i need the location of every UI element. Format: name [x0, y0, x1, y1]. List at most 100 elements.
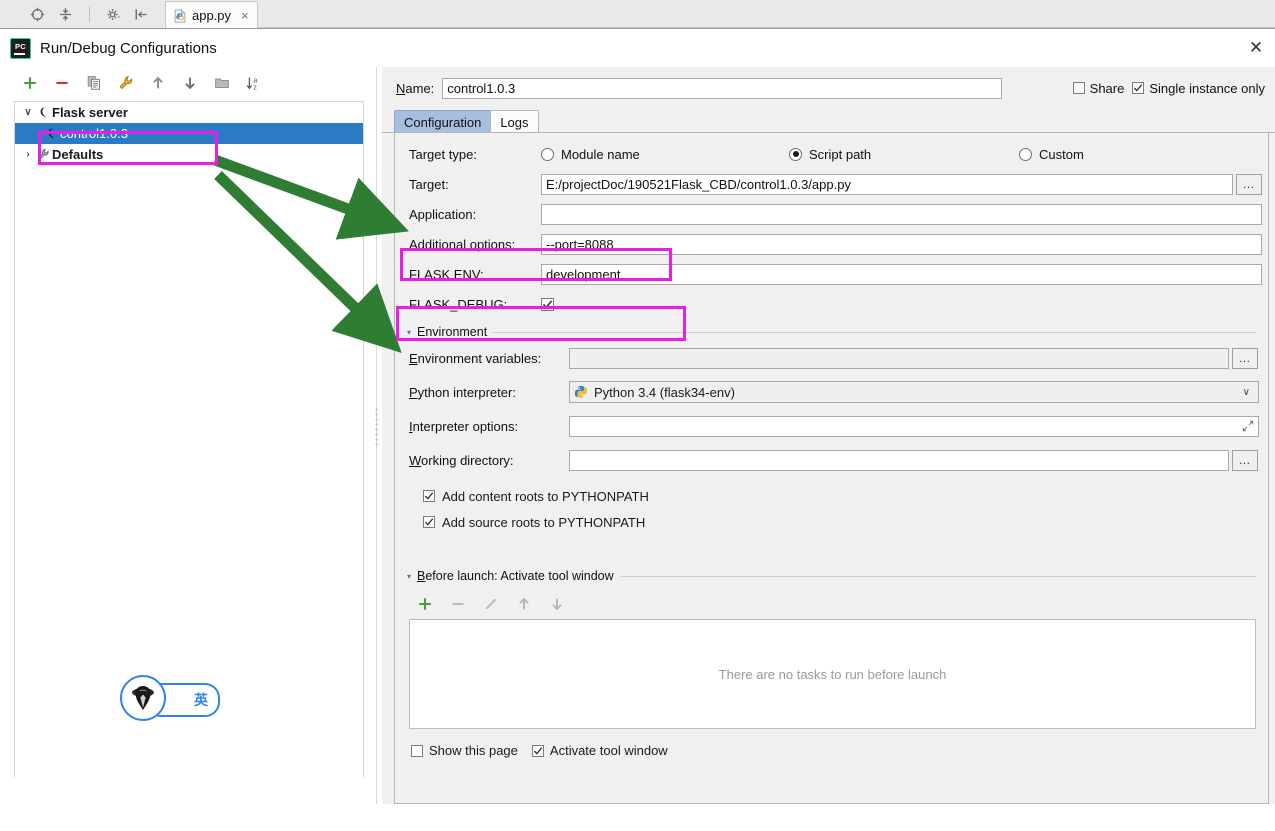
share-checkbox[interactable]: Share — [1072, 81, 1124, 96]
working-directory-browse-button[interactable]: … — [1232, 449, 1258, 471]
activate-tool-window-label: Activate tool window — [549, 743, 668, 758]
target-type-label: Target type: — [409, 146, 477, 162]
dialog-close-button[interactable]: ✕ — [1246, 38, 1266, 58]
before-launch-toolbar — [395, 591, 1268, 617]
environment-variables-label: Environment variables: — [409, 350, 542, 366]
additional-options-label: Additional options: — [409, 236, 516, 252]
editor-tab-label: app.py — [192, 8, 232, 23]
tree-node-defaults[interactable]: › Defaults — [15, 144, 363, 165]
target-label: Target: — [409, 176, 449, 192]
environment-section-title: Environment — [417, 325, 488, 339]
bottom-checkbox-row: Show this page Activate tool window — [395, 743, 1268, 758]
wrench-icon — [35, 148, 52, 161]
name-label: Name: — [396, 80, 435, 96]
dialog-title-bar: PC Run/Debug Configurations ✕ — [0, 29, 1275, 67]
target-type-row: Target type: Module name Script path Cus… — [395, 139, 1268, 169]
editor-tab-strip: app.py × — [0, 0, 1275, 29]
run-debug-configurations-dialog: PC Run/Debug Configurations ✕ a z ∨ Flas… — [0, 28, 1275, 804]
chevron-down-icon[interactable]: ∨ — [1243, 387, 1254, 398]
add-content-roots-checkbox-box[interactable] — [423, 490, 435, 502]
single-instance-checkbox-box[interactable] — [1132, 82, 1145, 94]
collapse-all-icon[interactable] — [58, 7, 73, 22]
before-launch-empty-text: There are no tasks to run before launch — [718, 666, 947, 682]
dialog-body: a z ∨ Flask server control1.0.3 › Defaul… — [0, 67, 1275, 804]
radio-module-name-label: Module name — [561, 146, 640, 162]
add-task-button[interactable] — [417, 596, 433, 612]
add-content-roots-checkbox[interactable]: Add content roots to PYTHONPATH — [395, 483, 1268, 509]
toolbar-separator — [89, 6, 90, 22]
radio-custom[interactable]: Custom — [1019, 147, 1171, 162]
add-source-roots-checkbox-box[interactable] — [423, 516, 435, 528]
copy-configuration-button[interactable] — [86, 75, 102, 91]
single-instance-label: Single instance only — [1149, 80, 1265, 96]
application-input[interactable] — [541, 203, 1262, 225]
chevron-down-icon[interactable]: ∨ — [21, 107, 35, 118]
name-input[interactable]: control1.0.3 — [442, 77, 1003, 99]
check-icon — [1134, 84, 1143, 92]
single-instance-checkbox[interactable]: Single instance only — [1132, 81, 1265, 96]
tab-logs[interactable]: Logs — [490, 110, 539, 133]
chevron-down-icon[interactable]: ▾ — [407, 328, 411, 337]
working-directory-input[interactable] — [569, 449, 1229, 471]
expand-editor-icon[interactable] — [1242, 420, 1254, 432]
radio-custom-button[interactable] — [1019, 147, 1032, 161]
panel-splitter[interactable] — [373, 67, 382, 804]
flask-debug-checkbox[interactable] — [541, 297, 554, 311]
radio-module-name[interactable]: Module name — [541, 147, 789, 162]
chevron-right-icon[interactable]: › — [21, 149, 35, 160]
move-up-button[interactable] — [150, 75, 166, 91]
interpreter-options-label: Interpreter options: — [409, 418, 519, 434]
activate-tool-window-checkbox[interactable] — [531, 744, 544, 757]
tree-node-control1-0-3[interactable]: control1.0.3 — [15, 123, 363, 144]
remove-configuration-button[interactable] — [54, 75, 70, 91]
section-divider — [619, 575, 1256, 577]
ime-indicator[interactable]: 英 — [120, 675, 220, 721]
create-folder-button[interactable] — [214, 75, 230, 91]
environment-section-header[interactable]: ▾ Environment — [395, 323, 1268, 341]
additional-options-row: Additional options: --port=8088 — [395, 229, 1268, 259]
flask-debug-row: FLASK_DEBUG: — [395, 289, 1268, 319]
target-input[interactable]: E:/projectDoc/190521Flask_CBD/control1.0… — [541, 173, 1233, 195]
locate-icon[interactable] — [30, 7, 45, 22]
check-icon — [424, 492, 434, 500]
sogou-pinyin-icon[interactable] — [120, 675, 166, 721]
sort-configurations-button[interactable]: a z — [246, 75, 262, 91]
environment-variables-browse-button[interactable]: … — [1232, 347, 1258, 369]
hide-panel-icon[interactable] — [134, 7, 149, 22]
flask-env-input[interactable]: development — [541, 263, 1262, 285]
pycharm-icon-text: PC — [14, 41, 27, 51]
environment-variables-input[interactable] — [569, 347, 1229, 369]
close-icon[interactable]: × — [241, 8, 249, 23]
tree-node-flask-server[interactable]: ∨ Flask server — [15, 102, 363, 123]
radio-custom-label: Custom — [1039, 146, 1084, 162]
tab-configuration[interactable]: Configuration — [394, 110, 492, 133]
share-checkbox-box[interactable] — [1072, 82, 1085, 94]
configurations-tree[interactable]: ∨ Flask server control1.0.3 › Defaults — [14, 101, 364, 165]
flask-icon — [43, 127, 60, 140]
before-launch-tasks-list[interactable]: There are no tasks to run before launch — [409, 619, 1256, 729]
page-title: Run/Debug Configurations — [40, 39, 217, 57]
python-interpreter-value: Python 3.4 (flask34-env) — [594, 384, 735, 400]
add-source-roots-label: Add source roots to PYTHONPATH — [442, 514, 646, 530]
move-down-button[interactable] — [182, 75, 198, 91]
settings-gear-icon[interactable] — [106, 7, 121, 22]
add-source-roots-checkbox[interactable]: Add source roots to PYTHONPATH — [395, 509, 1268, 535]
python-interpreter-select[interactable]: Python 3.4 (flask34-env) ∨ — [569, 381, 1259, 403]
add-configuration-button[interactable] — [22, 75, 38, 91]
before-launch-section-header[interactable]: ▾ Before launch: Activate tool window — [395, 567, 1268, 585]
radio-script-path[interactable]: Script path — [789, 147, 1019, 162]
additional-options-input[interactable]: --port=8088 — [541, 233, 1262, 255]
chevron-down-icon[interactable]: ▾ — [407, 572, 411, 581]
radio-script-path-button[interactable] — [789, 147, 802, 161]
pycharm-icon: PC — [10, 37, 31, 59]
show-this-page-checkbox[interactable] — [411, 744, 423, 757]
screen: app.py × PC Run/Debug Configurations ✕ a… — [0, 0, 1275, 831]
splitter-handle[interactable] — [375, 407, 379, 447]
radio-module-name-button[interactable] — [541, 147, 554, 161]
edit-defaults-wrench-button[interactable] — [118, 75, 134, 91]
editor-tab-app-py[interactable]: app.py × — [165, 1, 258, 29]
configurations-toolbar: a z — [0, 67, 372, 99]
target-browse-button[interactable]: … — [1236, 173, 1262, 195]
interpreter-options-input[interactable] — [569, 415, 1259, 437]
move-task-down-button — [552, 598, 562, 611]
